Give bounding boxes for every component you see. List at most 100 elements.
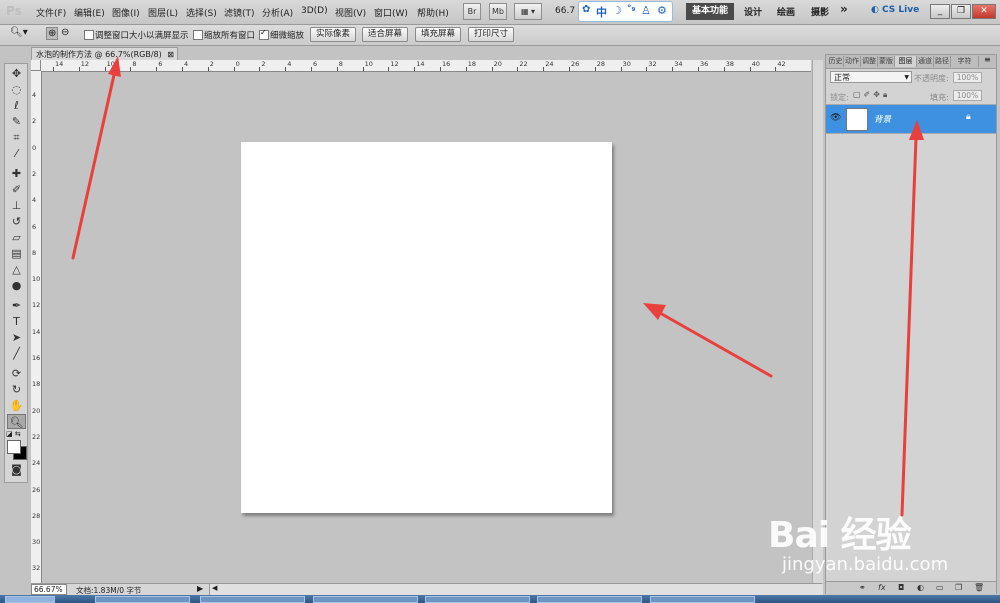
eye-icon[interactable]: 👁︎ bbox=[830, 113, 841, 123]
zoom-in-icon[interactable]: ⊕ bbox=[46, 27, 59, 40]
ruler-horizontal[interactable]: 14 12 10 8 6 4 2 0 2 4 6 8 10 12 14 16 18 20 22 24 26 28 30 32 3… bbox=[41, 60, 811, 72]
blur-tool-icon[interactable]: △ bbox=[7, 262, 26, 277]
vertical-scrollbar[interactable] bbox=[812, 60, 823, 583]
canvas[interactable] bbox=[241, 142, 612, 513]
cs-live-button[interactable]: ◐ CS Live bbox=[871, 5, 919, 15]
menu-analysis[interactable]: 分析(A) bbox=[262, 6, 293, 19]
foreground-color-swatch[interactable] bbox=[7, 440, 21, 454]
horizontal-scrollbar[interactable]: ◀ bbox=[209, 584, 823, 595]
zoom-field[interactable]: 66.67% bbox=[31, 584, 67, 595]
tab-layers[interactable]: 图层 bbox=[895, 56, 917, 67]
shape-tool-icon[interactable]: ╱ bbox=[7, 346, 26, 361]
move-tool-icon[interactable]: ✥ bbox=[7, 66, 26, 81]
zoom-out-icon[interactable]: ⊖ bbox=[61, 27, 69, 38]
path-select-tool-icon[interactable]: ➤ bbox=[7, 330, 26, 345]
bridge-button[interactable]: Br bbox=[463, 3, 481, 20]
tab-paths[interactable]: 路径 bbox=[934, 56, 951, 67]
taskbar-item[interactable] bbox=[95, 596, 190, 603]
ruler-vertical[interactable]: 4 2 0 2 4 6 8 10 12 14 16 18 20 22 24 26 28 30 32 bbox=[31, 71, 42, 583]
dots-icon[interactable]: °₉ bbox=[627, 4, 635, 14]
scroll-left-icon[interactable]: ◀ bbox=[212, 584, 217, 592]
taskbar-item[interactable] bbox=[425, 596, 530, 603]
status-menu-arrow-icon[interactable]: ▶ bbox=[197, 584, 203, 593]
dodge-tool-icon[interactable]: ● bbox=[7, 278, 26, 293]
actual-pixels-button[interactable]: 实际像素 bbox=[310, 27, 356, 42]
more-workspaces-icon[interactable]: » bbox=[840, 2, 848, 16]
zoom-tool-preset-icon[interactable]: 🔍︎▾ bbox=[10, 27, 28, 38]
fx-icon[interactable]: fx bbox=[878, 583, 886, 592]
new-layer-icon[interactable]: ❐ bbox=[955, 583, 962, 592]
brush-tool-icon[interactable]: ✐ bbox=[7, 182, 26, 197]
menu-3d[interactable]: 3D(D) bbox=[301, 6, 328, 16]
menu-help[interactable]: 帮助(H) bbox=[417, 6, 449, 19]
workspace-design[interactable]: 设计 bbox=[744, 5, 762, 18]
workspace-photo[interactable]: 摄影 bbox=[811, 5, 829, 18]
taskbar-item[interactable] bbox=[200, 596, 305, 603]
lock-icons[interactable]: ▢✐✥🔒︎ bbox=[853, 90, 890, 100]
menu-filter[interactable]: 滤镜(T) bbox=[224, 6, 255, 19]
ruler-origin[interactable] bbox=[31, 60, 41, 71]
pen-tool-icon[interactable]: ✒ bbox=[7, 298, 26, 313]
link-icon[interactable]: ⚭ bbox=[859, 583, 866, 592]
opacity-field[interactable]: 100% bbox=[953, 72, 982, 83]
marquee-tool-icon[interactable]: ◌ bbox=[7, 82, 26, 97]
menu-file[interactable]: 文件(F) bbox=[36, 6, 66, 19]
menu-select[interactable]: 选择(S) bbox=[186, 6, 217, 19]
healing-brush-tool-icon[interactable]: ✚ bbox=[7, 166, 26, 181]
zoom-level[interactable]: 66.7 bbox=[555, 6, 575, 16]
stamp-tool-icon[interactable]: ⊥ bbox=[7, 198, 26, 213]
zoom-tool-icon[interactable]: 🔍︎ bbox=[7, 414, 26, 429]
tab-masks[interactable]: 蒙版 bbox=[878, 56, 895, 67]
start-button[interactable] bbox=[5, 596, 55, 603]
quick-mask-icon[interactable]: ◙ bbox=[7, 462, 26, 477]
eyedropper-tool-icon[interactable]: ⁄ bbox=[7, 146, 26, 161]
gear-icon[interactable]: ⚙ bbox=[657, 4, 667, 17]
document-tab[interactable]: 水泡的制作方法 @ 66.7%(RGB/8) ⊠ bbox=[31, 47, 178, 60]
menu-layer[interactable]: 图层(L) bbox=[148, 6, 178, 19]
workspace-basic[interactable]: 基本功能 bbox=[686, 3, 734, 20]
tab-adjustments[interactable]: 调整 bbox=[861, 56, 878, 67]
moon-icon[interactable]: ☽ bbox=[612, 4, 622, 17]
menu-edit[interactable]: 编辑(E) bbox=[74, 6, 105, 19]
fill-screen-button[interactable]: 填充屏幕 bbox=[415, 27, 461, 42]
group-icon[interactable]: ▭ bbox=[936, 583, 944, 592]
menu-window[interactable]: 窗口(W) bbox=[374, 6, 408, 19]
workspace-paint[interactable]: 绘画 bbox=[777, 5, 795, 18]
layer-name[interactable]: 背景 bbox=[874, 113, 891, 125]
ime-toolbar[interactable]: ✿ 中 ☽ °₉ ♙ ⚙ bbox=[578, 1, 673, 22]
hand-tool-icon[interactable]: ✋ bbox=[7, 398, 26, 413]
restore-button[interactable]: ❐ bbox=[951, 4, 971, 19]
zoom-all-windows-checkbox[interactable] bbox=[193, 30, 203, 40]
crop-tool-icon[interactable]: ⌗ bbox=[7, 130, 26, 145]
taskbar-item[interactable] bbox=[313, 596, 418, 603]
trash-icon[interactable]: 🗑︎ bbox=[974, 583, 984, 592]
3d-rotate-tool-icon[interactable]: ⟳ bbox=[7, 366, 26, 381]
type-tool-icon[interactable]: T bbox=[7, 314, 26, 329]
eraser-tool-icon[interactable]: ▱ bbox=[7, 230, 26, 245]
taskbar-item[interactable] bbox=[537, 596, 642, 603]
layer-row-background[interactable]: 👁︎ 背景 🔒︎ bbox=[826, 104, 996, 134]
resize-windows-checkbox[interactable] bbox=[84, 30, 94, 40]
gradient-tool-icon[interactable]: ▤ bbox=[7, 246, 26, 261]
print-size-button[interactable]: 打印尺寸 bbox=[468, 27, 514, 42]
tab-history[interactable]: 历史 bbox=[828, 56, 844, 67]
menu-view[interactable]: 视图(V) bbox=[335, 6, 366, 19]
adjustment-icon[interactable]: ◐ bbox=[917, 583, 924, 592]
3d-orbit-tool-icon[interactable]: ↻ bbox=[7, 382, 26, 397]
panel-menu-icon[interactable]: ≡ bbox=[984, 55, 991, 64]
tab-actions[interactable]: 动作 bbox=[844, 56, 861, 67]
ime-lang-label[interactable]: 中 bbox=[596, 4, 607, 20]
fill-field[interactable]: 100% bbox=[953, 90, 982, 101]
arrange-documents-button[interactable]: ▦ ▾ bbox=[514, 3, 542, 20]
default-colors-icon[interactable]: ◪ ⇆ bbox=[6, 430, 21, 438]
taskbar-item[interactable] bbox=[650, 596, 755, 603]
minibridge-button[interactable]: Mb bbox=[489, 3, 507, 20]
close-button[interactable]: ✕ bbox=[972, 4, 996, 19]
history-brush-tool-icon[interactable]: ↺ bbox=[7, 214, 26, 229]
fit-screen-button[interactable]: 适合屏幕 bbox=[362, 27, 408, 42]
quick-select-tool-icon[interactable]: ✎ bbox=[7, 114, 26, 129]
menu-image[interactable]: 图像(I) bbox=[112, 6, 140, 19]
tab-channels[interactable]: 通道 bbox=[917, 56, 934, 67]
blend-mode-select[interactable]: 正常 ▼ bbox=[830, 71, 912, 83]
shirt-icon[interactable]: ♙ bbox=[641, 4, 651, 17]
